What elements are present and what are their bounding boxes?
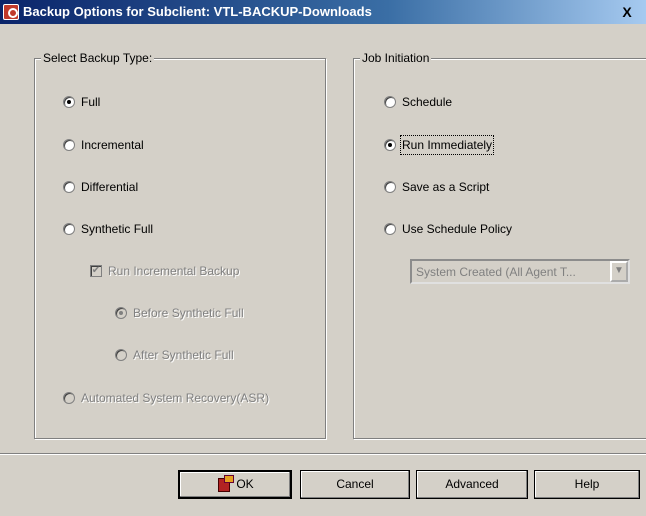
job-initiation-group: Job Initiation <box>353 51 646 439</box>
job-initiation-legend: Job Initiation <box>360 51 432 65</box>
radio-before-synthetic-indicator[interactable] <box>115 307 127 319</box>
radio-schedule-indicator[interactable] <box>384 96 396 108</box>
radio-after-synthetic-label: After Synthetic Full <box>133 348 234 362</box>
cancel-button-label: Cancel <box>336 477 374 491</box>
checkbox-run-incremental-label: Run Incremental Backup <box>108 264 240 278</box>
radio-incremental-indicator[interactable] <box>63 139 75 151</box>
radio-synthetic-full-label: Synthetic Full <box>81 222 154 236</box>
schedule-policy-select[interactable]: System Created (All Agent T... ▼ <box>410 259 630 284</box>
chevron-down-icon[interactable]: ▼ <box>610 261 628 282</box>
radio-after-synthetic-indicator[interactable] <box>115 349 127 361</box>
radio-differential-indicator[interactable] <box>63 181 75 193</box>
radio-asr-indicator[interactable] <box>63 392 75 404</box>
radio-synthetic-full-indicator[interactable] <box>63 223 75 235</box>
help-button-label: Help <box>574 477 600 491</box>
radio-use-schedule-policy-indicator[interactable] <box>384 223 396 235</box>
radio-save-as-script-indicator[interactable] <box>384 181 396 193</box>
radio-asr-label: Automated System Recovery(ASR) <box>81 391 270 405</box>
radio-run-immediately-label: Run Immediately <box>399 135 495 155</box>
advanced-button-label: Advanced <box>445 477 499 491</box>
advanced-button[interactable]: Advanced <box>416 470 528 499</box>
ok-button[interactable]: OK <box>178 470 292 499</box>
cancel-button[interactable]: Cancel <box>300 470 410 499</box>
radio-before-synthetic-label: Before Synthetic Full <box>133 306 244 320</box>
window-title: Backup Options for Subclient: VTL-BACKUP… <box>23 4 372 19</box>
radio-run-immediately-indicator[interactable] <box>384 139 396 151</box>
checkbox-run-incremental-indicator[interactable]: ✔ <box>90 265 102 277</box>
backup-type-legend: Select Backup Type: <box>41 51 155 65</box>
radio-use-schedule-policy-label: Use Schedule Policy <box>402 222 513 236</box>
radio-schedule-label: Schedule <box>402 95 453 109</box>
radio-full-label: Full <box>81 95 101 109</box>
separator <box>0 453 646 455</box>
radio-incremental-label: Incremental <box>81 138 144 152</box>
app-icon <box>3 4 19 20</box>
radio-full-indicator[interactable] <box>63 96 75 108</box>
help-button[interactable]: Help <box>534 470 640 499</box>
radio-differential-label: Differential <box>81 180 139 194</box>
radio-save-as-script-label: Save as a Script <box>402 180 490 194</box>
ok-icon <box>216 474 235 492</box>
backup-type-group: Select Backup Type: <box>34 51 326 439</box>
title-bar: Backup Options for Subclient: VTL-BACKUP… <box>0 0 646 24</box>
ok-button-label: OK <box>236 477 254 491</box>
close-button[interactable]: X <box>618 3 636 21</box>
schedule-policy-value: System Created (All Agent T... <box>416 265 576 279</box>
